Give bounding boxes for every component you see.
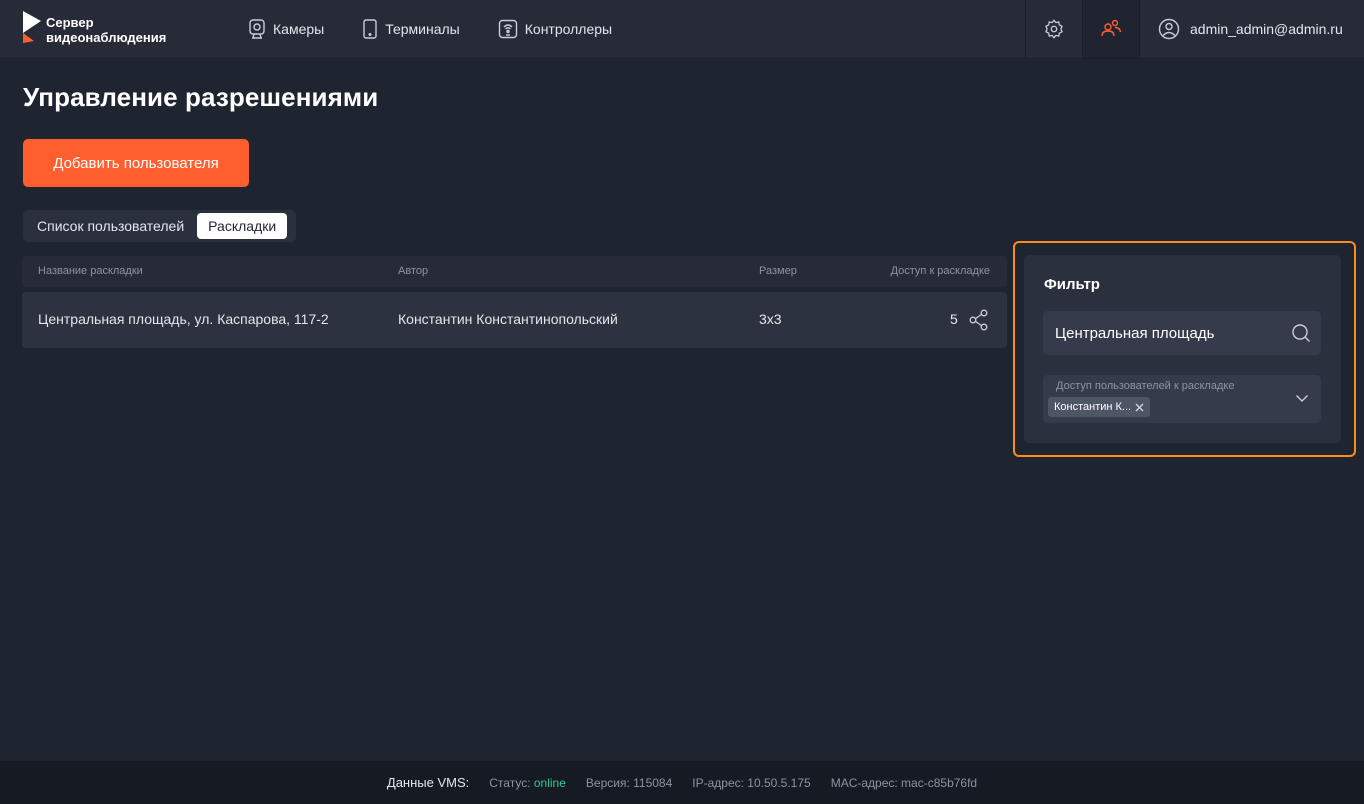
logo-icon <box>23 11 41 43</box>
footer-ip: IP-адрес: 10.50.5.175 <box>692 775 811 790</box>
cell-size: 3x3 <box>759 311 782 327</box>
column-header-access[interactable]: Доступ к раскладке <box>891 265 990 277</box>
column-header-name[interactable]: Название раскладки <box>38 265 143 277</box>
nav-label: Терминалы <box>385 21 460 37</box>
nav-item-cameras[interactable]: Камеры <box>248 19 324 39</box>
logo-line-1: Сервер <box>46 15 94 30</box>
search-icon[interactable] <box>1291 323 1311 343</box>
cell-layout-name: Центральная площадь, ул. Каспарова, 117-… <box>38 311 329 327</box>
camera-icon <box>249 19 265 39</box>
cell-author: Константин Константинопольский <box>398 311 618 327</box>
tab-layouts[interactable]: Раскладки <box>197 213 288 239</box>
cell-access-count: 5 <box>950 311 958 327</box>
settings-button[interactable] <box>1025 0 1082 58</box>
nav-item-controllers[interactable]: Контроллеры <box>498 19 612 39</box>
logo-line-2: видеонаблюдения <box>46 30 167 45</box>
chip-label: Константин К... <box>1054 401 1132 413</box>
app-logo[interactable]: Сервер видеонаблюдения <box>22 11 166 45</box>
filter-panel: Фильтр Центральная площадь Доступ пользо… <box>1024 255 1341 443</box>
user-menu[interactable]: admin_admin@admin.ru <box>1139 0 1364 58</box>
footer-label: Данные VMS: <box>386 775 470 790</box>
column-header-size[interactable]: Размер <box>759 265 797 277</box>
users-icon <box>1101 19 1122 37</box>
footer-status: Статус: online <box>489 776 566 790</box>
tab-users-list[interactable]: Список пользователей <box>26 213 195 239</box>
share-icon[interactable] <box>969 309 989 331</box>
controller-icon <box>498 19 517 39</box>
user-chip: Константин К... <box>1048 397 1151 417</box>
table-header: Название раскладки Автор Размер Доступ к… <box>22 256 1007 287</box>
filter-title: Фильтр <box>1044 276 1100 293</box>
search-value: Центральная площадь <box>1055 325 1215 342</box>
table-row[interactable]: Центральная площадь, ул. Каспарова, 117-… <box>22 292 1007 348</box>
nav-label: Контроллеры <box>524 21 613 37</box>
access-users-select[interactable]: Доступ пользователей к раскладке Констан… <box>1043 375 1321 423</box>
chip-remove-icon[interactable] <box>1135 403 1144 412</box>
footer-version: Версия: 115084 <box>585 775 673 790</box>
status-value: online <box>533 775 566 790</box>
main-nav: Камеры Терминалы Контроллеры <box>248 0 650 58</box>
logo-text: Сервер видеонаблюдения <box>46 15 166 45</box>
tablet-icon <box>363 19 377 39</box>
search-input[interactable]: Центральная площадь <box>1043 311 1321 355</box>
chevron-down-icon[interactable] <box>1295 393 1309 403</box>
status-label: Статус: <box>489 775 534 790</box>
nav-item-terminals[interactable]: Терминалы <box>362 19 460 39</box>
access-users-label: Доступ пользователей к раскладке <box>1056 380 1235 392</box>
gear-icon <box>1045 19 1063 39</box>
tabs: Список пользователей Раскладки <box>23 210 296 242</box>
status-footer: Данные VMS: Статус: online Версия: 11508… <box>0 761 1364 804</box>
nav-label: Камеры <box>273 21 325 37</box>
add-user-button[interactable]: Добавить пользователя <box>23 139 249 187</box>
footer-mac: MAC-адрес: mac-c85b76fd <box>830 775 978 790</box>
page-title: Управление разрешениями <box>23 82 379 112</box>
top-header: Сервер видеонаблюдения Камеры Терминалы <box>0 0 1364 59</box>
users-button[interactable] <box>1082 0 1139 58</box>
user-avatar-icon <box>1158 18 1180 40</box>
column-header-author[interactable]: Автор <box>398 265 428 277</box>
user-email: admin_admin@admin.ru <box>1190 21 1343 37</box>
